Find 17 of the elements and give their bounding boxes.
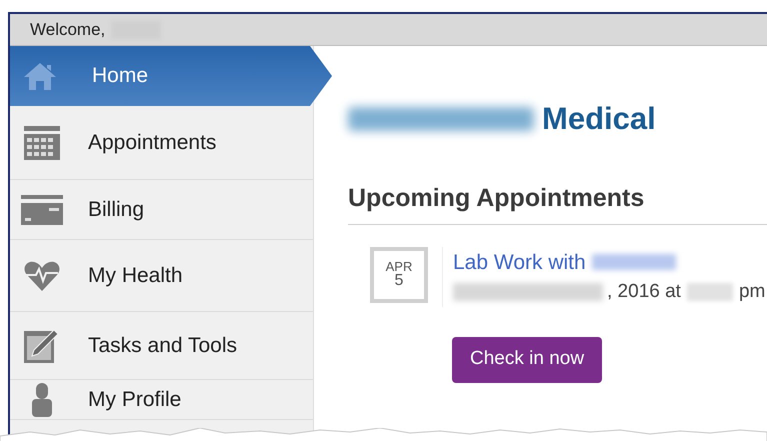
sidebar-item[interactable]: Tasks and Tools <box>10 312 313 380</box>
date-text: , 2016 at <box>607 280 681 304</box>
card-icon <box>20 194 64 224</box>
blurred-time <box>686 283 733 302</box>
clinic-title: Medical <box>542 100 656 138</box>
sidebar-item[interactable]: My Health <box>10 240 313 312</box>
sidebar-item[interactable]: My Profile <box>10 380 313 420</box>
date-month: APR <box>386 260 412 273</box>
time-text: pm <box>738 280 766 304</box>
sidebar-item[interactable]: Home <box>10 46 332 106</box>
appointment-link[interactable]: Lab Work with <box>453 246 586 278</box>
check-in-button[interactable]: Check in now <box>452 336 602 382</box>
date-day: 5 <box>394 273 404 289</box>
welcome-text: Welcome, <box>30 18 106 41</box>
sidebar-item[interactable]: Billing <box>10 180 313 240</box>
sidebar-item[interactable]: Appointments <box>10 106 313 180</box>
section-heading: Upcoming Appointments <box>348 180 767 224</box>
